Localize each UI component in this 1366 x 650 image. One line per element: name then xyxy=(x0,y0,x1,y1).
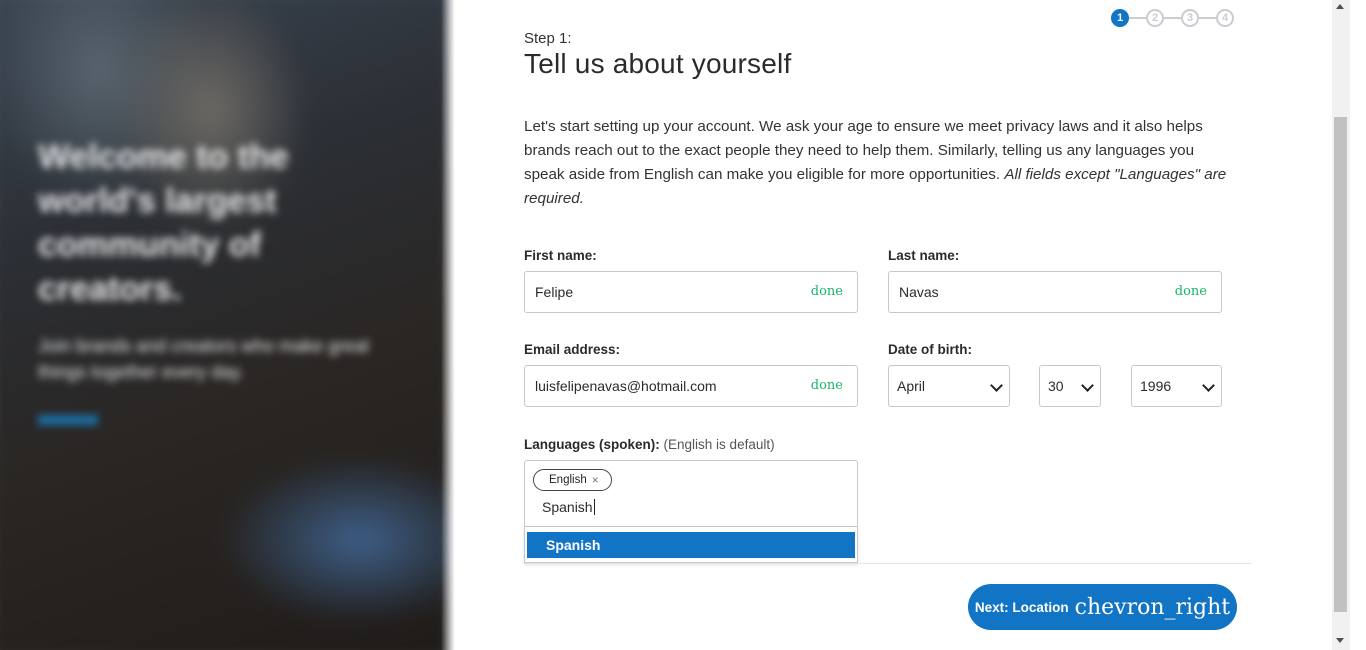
step-label: Step 1: xyxy=(524,30,572,47)
last-name-label: Last name: xyxy=(888,248,960,263)
hero-edge-fade xyxy=(441,0,455,650)
suggestion-item[interactable]: Spanish xyxy=(527,532,855,558)
hero-blurred-text: Welcome to the world's largest community… xyxy=(38,135,398,425)
email-field[interactable]: done xyxy=(524,365,858,407)
last-name-input[interactable] xyxy=(889,283,1167,301)
page-title: Tell us about yourself xyxy=(524,48,792,79)
last-name-field[interactable]: done xyxy=(888,271,1222,313)
next-button-label: Next: Location xyxy=(974,599,1069,615)
done-icon: done xyxy=(1174,284,1207,299)
dob-day-select[interactable]: 30 xyxy=(1039,365,1101,407)
step-connector xyxy=(1129,17,1146,19)
hero-link-blurred xyxy=(38,415,98,425)
first-name-field[interactable]: done xyxy=(524,271,858,313)
intro-paragraph: Let's start setting up your account. We … xyxy=(524,115,1234,211)
done-icon: done xyxy=(810,378,843,393)
languages-label: Languages (spoken): (English is default) xyxy=(524,437,775,452)
scroll-down-arrow-icon[interactable] xyxy=(1336,638,1344,643)
email-input[interactable] xyxy=(525,377,803,395)
signup-page: Welcome to the world's largest community… xyxy=(0,0,1366,650)
step-4: 4 xyxy=(1216,9,1234,27)
remove-tag-icon[interactable]: × xyxy=(592,469,599,491)
chevron-down-icon xyxy=(1202,379,1215,392)
step-2: 2 xyxy=(1146,9,1164,27)
languages-label-text: Languages (spoken): xyxy=(524,437,660,452)
languages-hint: (English is default) xyxy=(663,437,775,452)
chevron-down-icon xyxy=(990,379,1003,392)
step-connector xyxy=(1164,17,1181,19)
step-3: 3 xyxy=(1181,9,1199,27)
progress-stepper: 1 2 3 4 xyxy=(1111,9,1234,27)
dob-year-value: 1996 xyxy=(1140,378,1172,394)
chevron-down-icon xyxy=(1081,379,1094,392)
languages-input-value: Spanish xyxy=(542,499,593,515)
chevron-right-icon: chevron_right xyxy=(1074,594,1231,620)
done-icon: done xyxy=(810,284,843,299)
email-label: Email address: xyxy=(524,342,621,357)
step-1: 1 xyxy=(1111,9,1129,27)
first-name-label: First name: xyxy=(524,248,597,263)
languages-suggestions: Spanish xyxy=(524,527,858,563)
languages-input[interactable]: Spanish xyxy=(542,499,595,515)
scroll-up-arrow-icon[interactable] xyxy=(1336,4,1344,9)
dob-month-value: April xyxy=(897,378,926,394)
scrollbar-thumb[interactable] xyxy=(1334,117,1347,612)
languages-field[interactable]: English × Spanish xyxy=(524,460,858,527)
dob-day-value: 30 xyxy=(1048,378,1064,394)
language-tag-label: English xyxy=(549,474,587,486)
dob-month-select[interactable]: April xyxy=(888,365,1010,407)
text-caret xyxy=(593,499,595,515)
dob-year-select[interactable]: 1996 xyxy=(1131,365,1222,407)
dob-label: Date of birth: xyxy=(888,342,972,357)
hero-subtitle-blurred: Join brands and creators who make great … xyxy=(38,336,370,382)
hero-image: Welcome to the world's largest community… xyxy=(0,0,455,650)
language-tag-english: English × xyxy=(533,469,612,491)
first-name-input[interactable] xyxy=(525,283,803,301)
hero-title-blurred: Welcome to the world's largest community… xyxy=(38,138,289,308)
next-location-button[interactable]: Next: Location chevron_right xyxy=(968,584,1237,630)
footer-divider xyxy=(524,563,1252,564)
step-connector xyxy=(1199,17,1216,19)
